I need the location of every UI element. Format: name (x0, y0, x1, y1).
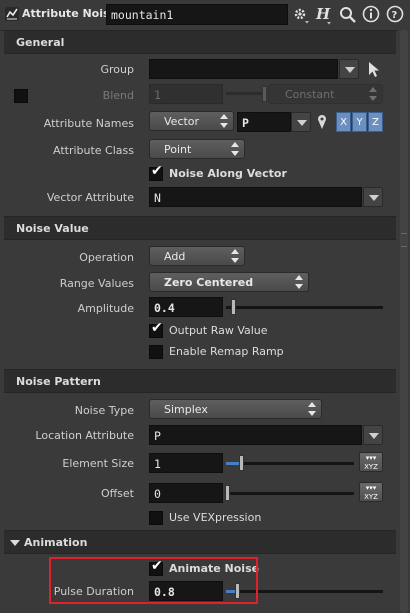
scroll-grip-icon (401, 233, 407, 247)
vector-arrows-icon: ▾▾▾ (365, 454, 377, 462)
node-type-icon (4, 6, 20, 22)
highlight-annotation-box (49, 557, 258, 604)
use-vexpression-label: Use VEXpression (169, 511, 262, 524)
checkmark-icon: ✔ (151, 320, 163, 336)
updown-arrows-icon (231, 142, 239, 156)
amplitude-label: Amplitude (77, 302, 134, 315)
checkmark-icon: ✔ (151, 163, 163, 179)
node-name-field[interactable]: mountain1 (106, 4, 288, 25)
use-vexpression-checkbox[interactable] (149, 511, 163, 525)
amplitude-slider-track[interactable] (226, 306, 383, 309)
scroll-thumb[interactable] (400, 30, 408, 613)
attribute-name-dropdown-button[interactable] (291, 112, 311, 132)
section-noise-value[interactable]: Noise Value (4, 216, 396, 240)
vector-attribute-dropdown-button[interactable] (363, 187, 383, 207)
offset-field[interactable]: 0 (149, 483, 223, 503)
blend-value-field[interactable]: 1 (149, 84, 223, 104)
offset-xyz-button[interactable]: ▾▾▾ XYZ (359, 482, 383, 502)
amplitude-slider-handle[interactable] (231, 299, 236, 315)
section-animation-title: Animation (24, 536, 88, 549)
updown-arrows-icon (308, 402, 316, 416)
blend-mode-value: Constant (285, 88, 335, 101)
node-type-label: Attribute Noise (22, 7, 118, 20)
updown-arrows-icon (295, 275, 303, 289)
section-animation[interactable]: Animation (4, 530, 396, 554)
pin-icon[interactable] (316, 114, 328, 130)
select-arrow-icon[interactable] (367, 60, 381, 78)
help-h-icon[interactable]: H (314, 4, 334, 26)
blend-mode-select[interactable]: Constant (268, 84, 383, 104)
noise-type-select[interactable]: Simplex (149, 399, 322, 419)
noise-type-label: Noise Type (74, 404, 134, 417)
attribute-name-field[interactable]: P (237, 112, 291, 132)
element-size-label: Element Size (62, 457, 134, 470)
location-attribute-field[interactable]: P (149, 425, 362, 445)
enable-remap-ramp-label: Enable Remap Ramp (169, 345, 284, 358)
element-size-slider-fill (226, 462, 240, 465)
attribute-class-label: Attribute Class (52, 144, 134, 157)
attribute-class-value: Point (164, 143, 192, 156)
noise-along-vector-label: Noise Along Vector (169, 167, 287, 180)
operation-value: Add (164, 250, 186, 263)
component-y-button[interactable]: Y (352, 112, 367, 132)
operation-select[interactable]: Add (149, 246, 245, 266)
location-attribute-dropdown-button[interactable] (363, 425, 383, 445)
updown-arrows-icon (369, 87, 377, 101)
collapse-triangle-icon (10, 540, 20, 546)
header-bar: Attribute Noise mountain1 H ? (0, 0, 410, 31)
group-dropdown-button[interactable] (339, 59, 359, 79)
range-values-select[interactable]: Zero Centered (149, 272, 309, 292)
offset-slider-handle[interactable] (225, 485, 230, 501)
offset-slider-track[interactable] (226, 492, 354, 495)
help-icon[interactable]: ? (386, 5, 404, 23)
updown-arrows-icon (220, 114, 228, 128)
blend-slider-handle[interactable] (262, 86, 267, 102)
attribute-type-select[interactable]: Vector (149, 111, 234, 131)
blend-slider-track (226, 92, 264, 95)
noise-along-vector-checkbox[interactable]: ✔ (149, 163, 163, 181)
group-label: Group (100, 63, 135, 76)
element-size-xyz-label: XYZ (364, 463, 378, 471)
element-size-xyz-button[interactable]: ▾▾▾ XYZ (359, 452, 383, 472)
vector-arrows-icon: ▾▾▾ (365, 484, 377, 492)
attribute-type-value: Vector (164, 115, 200, 128)
amplitude-field[interactable]: 0.4 (149, 297, 223, 317)
location-attribute-label: Location Attribute (35, 429, 134, 442)
attribute-class-select[interactable]: Point (149, 139, 245, 159)
blend-label: Blend (102, 89, 134, 102)
section-noise-pattern-title: Noise Pattern (16, 375, 101, 388)
enable-remap-ramp-checkbox[interactable] (149, 345, 163, 359)
noise-type-value: Simplex (164, 403, 208, 416)
operation-label: Operation (79, 251, 134, 264)
svg-text:?: ? (392, 10, 398, 21)
section-noise-value-title: Noise Value (16, 222, 89, 235)
section-general-title: General (16, 36, 65, 49)
gear-icon[interactable] (292, 5, 310, 25)
vector-attribute-label: Vector Attribute (46, 191, 134, 204)
offset-xyz-label: XYZ (364, 493, 378, 501)
search-icon[interactable] (339, 6, 357, 24)
range-values-value: Zero Centered (164, 276, 254, 289)
section-noise-pattern[interactable]: Noise Pattern (4, 369, 396, 393)
section-general[interactable]: General (4, 30, 396, 54)
offset-label: Offset (100, 487, 134, 500)
range-values-label: Range Values (59, 277, 134, 290)
output-raw-value-label: Output Raw Value (169, 324, 268, 337)
component-x-button[interactable]: X (336, 112, 351, 132)
element-size-field[interactable]: 1 (149, 453, 223, 473)
info-icon[interactable] (362, 5, 380, 23)
element-size-slider-handle[interactable] (239, 455, 244, 471)
scrollbar[interactable] (398, 30, 410, 613)
vector-attribute-field[interactable]: N (149, 187, 362, 207)
output-raw-value-checkbox[interactable]: ✔ (149, 320, 163, 338)
blend-toggle-checkbox[interactable] (14, 89, 28, 103)
updown-arrows-icon (231, 249, 239, 263)
component-z-button[interactable]: Z (368, 112, 383, 132)
element-size-slider-track[interactable] (226, 462, 354, 465)
group-field[interactable] (149, 59, 338, 79)
svg-text:H: H (315, 5, 331, 23)
attribute-names-label: Attribute Names (43, 117, 134, 130)
